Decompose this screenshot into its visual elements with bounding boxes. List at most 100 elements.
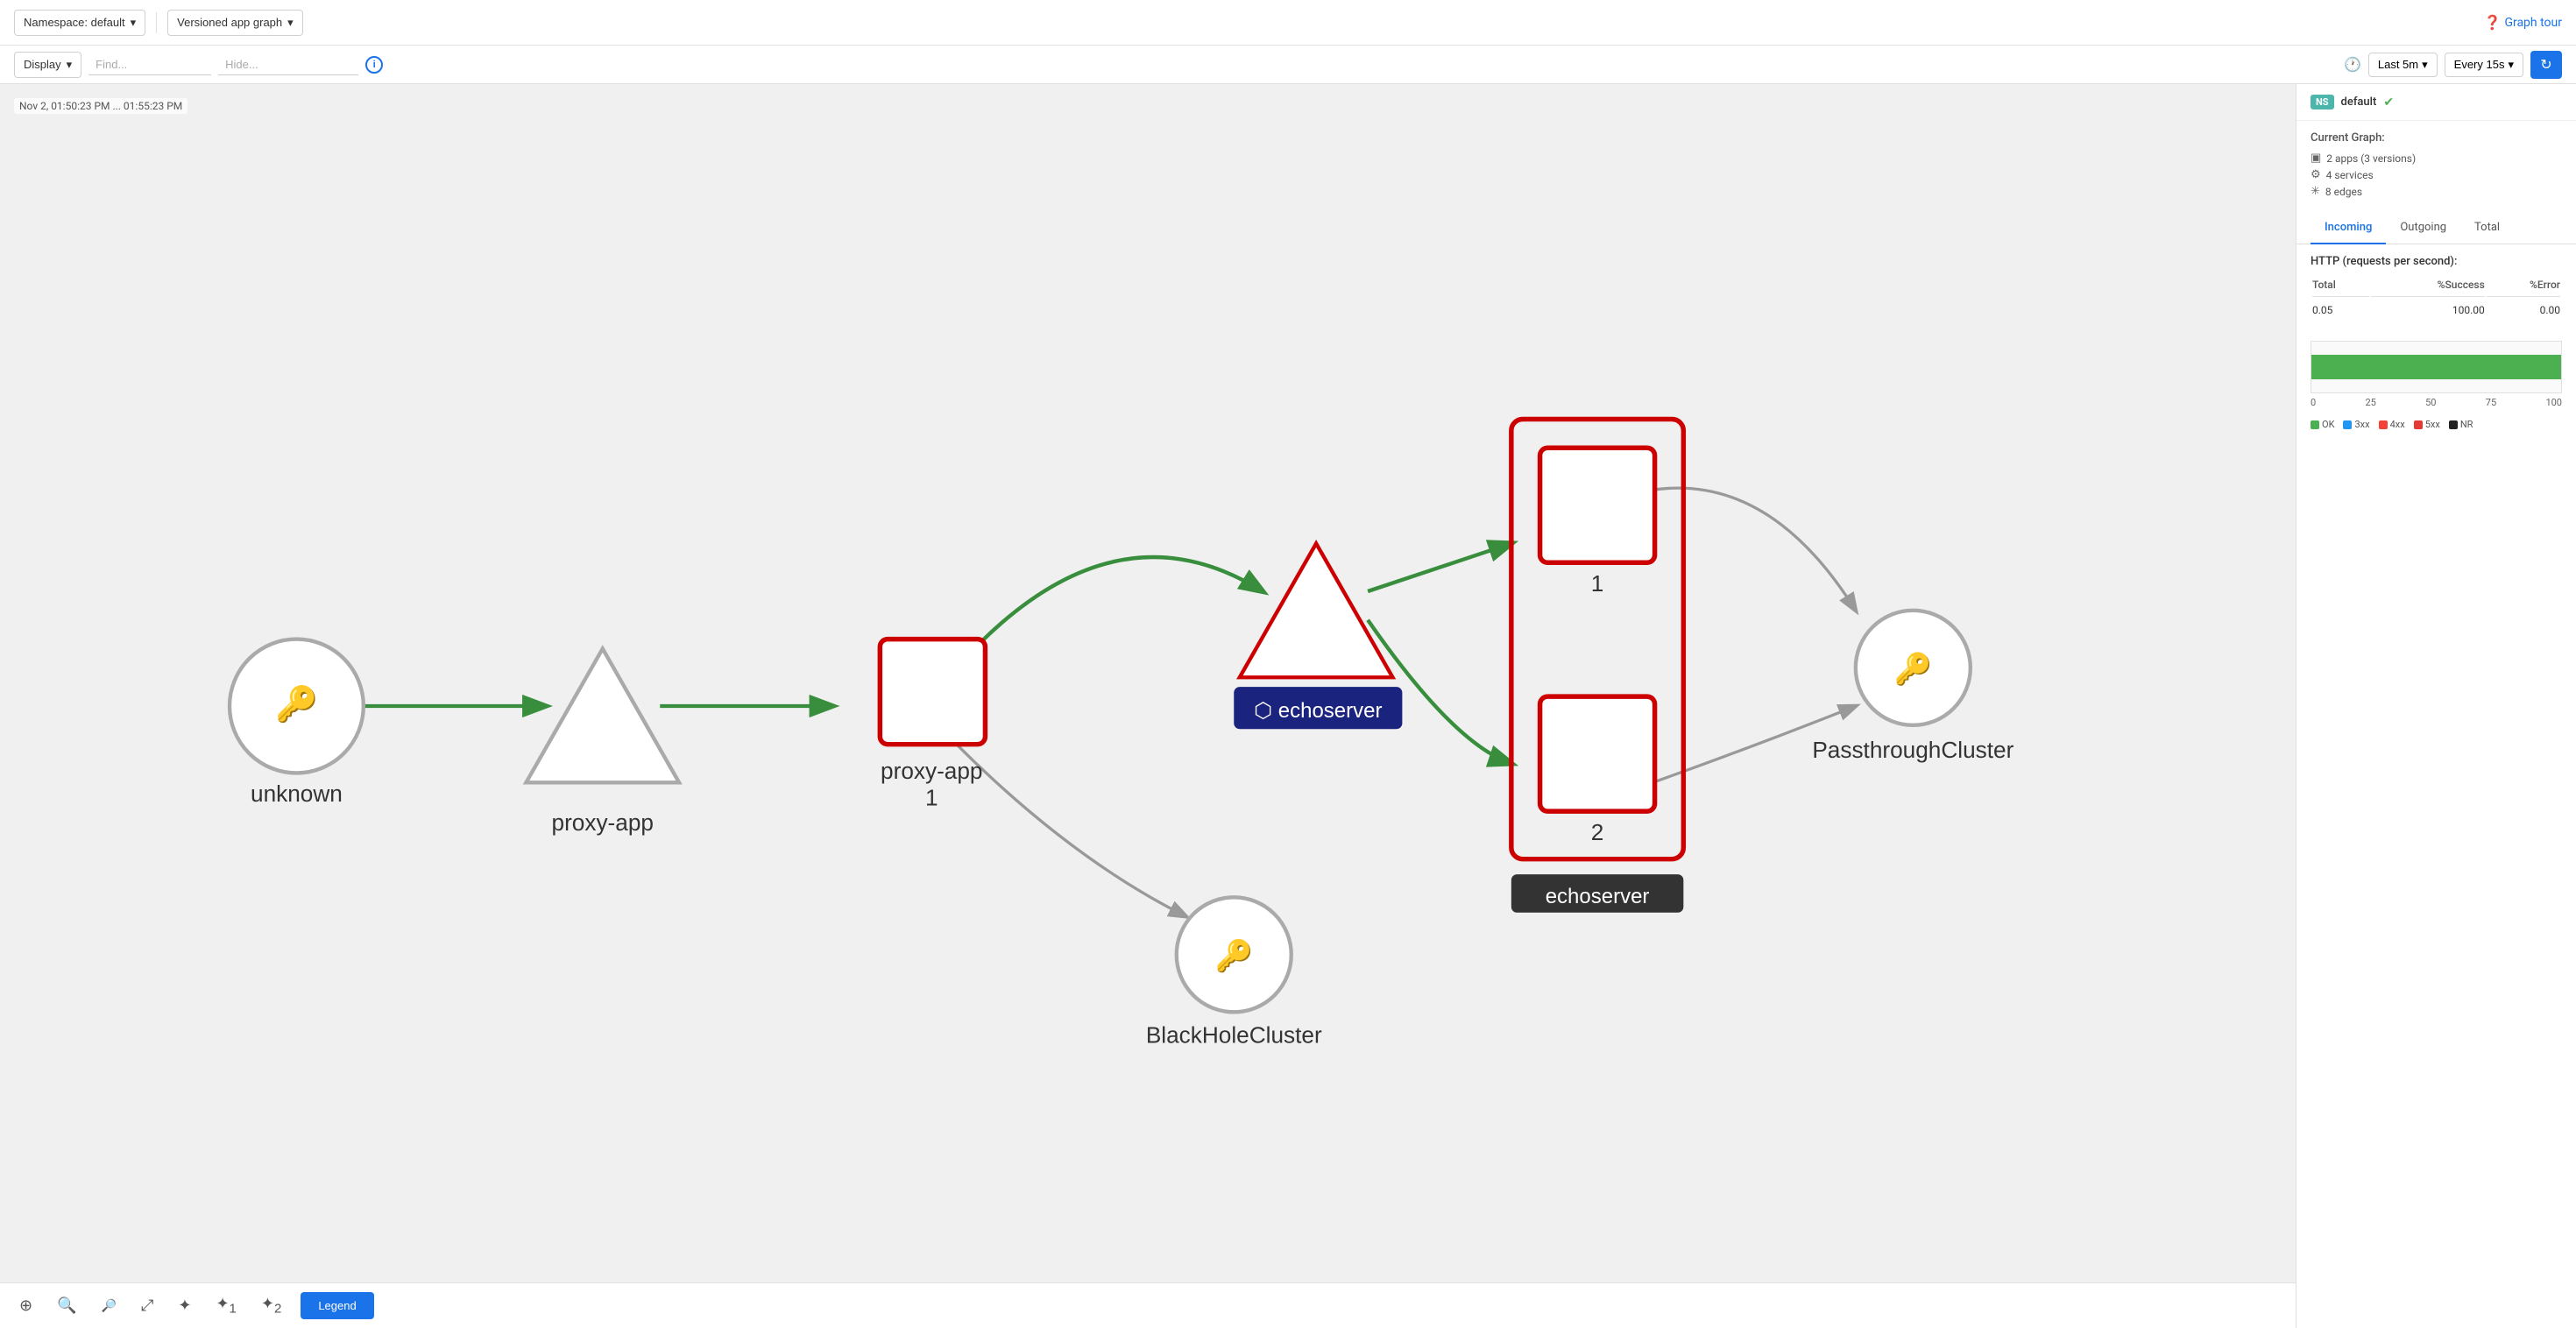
graph-type-dropdown[interactable]: Versioned app graph ▾ [167, 10, 303, 36]
top-toolbar: Namespace: default ▾ Versioned app graph… [0, 0, 2576, 46]
legend-label: Legend [318, 1299, 356, 1312]
ok-dot [2311, 420, 2319, 429]
display-label: Display [24, 58, 61, 71]
chart-x-axis: 0 25 50 75 100 [2311, 393, 2562, 412]
top-bar-left: Namespace: default ▾ Versioned app graph… [14, 10, 303, 36]
legend-ok: OK [2311, 419, 2334, 430]
node-proxy-app[interactable] [526, 649, 679, 783]
svg-text:🔑: 🔑 [1894, 650, 1932, 687]
hide-input[interactable] [218, 54, 358, 75]
node-blackhole-label: BlackHoleCluster [1146, 1021, 1322, 1048]
5xx-label: 5xx [2425, 419, 2440, 430]
toolbar-divider [156, 12, 157, 33]
graph-stats: ▣ 2 apps (3 versions) ⚙ 4 services ✳ 8 e… [2311, 152, 2562, 198]
graph-tour-link[interactable]: ❓ Graph tour [2484, 14, 2562, 31]
node-proxy-app-1[interactable] [880, 639, 985, 745]
refresh-interval-label: Every 15s [2454, 58, 2505, 71]
second-toolbar: Display ▾ i 🕐 Last 5m ▾ Every 15s ▾ ↻ [0, 46, 2576, 84]
4xx-label: 4xx [2390, 419, 2405, 430]
edge-proxy1-blackhole [957, 745, 1186, 917]
edges-icon: ✳ [2311, 185, 2320, 198]
right-panel: » Hide NS default ✔ Current Graph: ▣ 2 a… [2296, 84, 2576, 1328]
chart-green-bar [2311, 355, 2561, 379]
total-value: 0.05 [2312, 299, 2369, 321]
refresh-interval-dropdown[interactable]: Every 15s ▾ [2445, 53, 2523, 77]
legend-4xx: 4xx [2379, 419, 2405, 430]
apps-icon: ▣ [2311, 152, 2321, 165]
tab-total[interactable]: Total [2460, 212, 2514, 244]
current-graph-title: Current Graph: [2311, 131, 2562, 145]
edge-v1-passthrough [1626, 488, 1856, 611]
find-input[interactable] [88, 54, 211, 75]
node-proxy-app-1-sublabel: 1 [925, 785, 938, 811]
history-icon: 🕐 [2344, 56, 2361, 73]
5xx-dot [2414, 420, 2423, 429]
node-proxy-app-1-label: proxy-app [881, 758, 982, 784]
ok-label: OK [2322, 419, 2334, 430]
col-error-header: %Error [2487, 279, 2560, 297]
node-echoserver[interactable] [1240, 543, 1393, 677]
health-check-icon: ✔ [2383, 95, 2394, 109]
graph-canvas: 🔑 unknown proxy-app proxy-app 1 ⬡ echose… [0, 84, 2296, 1328]
chart-container: 0 25 50 75 100 [2296, 334, 2576, 415]
x-axis-50: 50 [2425, 397, 2436, 408]
tab-incoming-label: Incoming [2325, 221, 2372, 234]
col-success-header: %Success [2371, 279, 2485, 297]
node-echoserver-v1[interactable] [1540, 448, 1655, 562]
namespace-label: Namespace: default [24, 16, 125, 29]
x-axis-100: 100 [2545, 397, 2562, 408]
namespace-chevron-icon: ▾ [131, 16, 137, 30]
second-bar-left: Display ▾ i [14, 52, 383, 78]
zoom-in-button[interactable]: 🔎 [96, 1295, 122, 1317]
zoom-out-button[interactable]: 🔍 [52, 1293, 81, 1318]
x-axis-25: 25 [2365, 397, 2375, 408]
graph-area[interactable]: Nov 2, 01:50:23 PM ... 01:55:23 PM [0, 84, 2296, 1328]
fullscreen-button[interactable]: ⤢ [136, 1293, 159, 1318]
tab-outgoing[interactable]: Outgoing [2386, 212, 2460, 244]
layout-1-icon: ✦1 [216, 1295, 236, 1312]
legend-5xx: 5xx [2414, 419, 2440, 430]
fit-screen-button[interactable]: ⊕ [14, 1293, 38, 1318]
graph-layout-button[interactable]: ✦ [173, 1293, 196, 1318]
http-stats-row: 0.05 100.00 0.00 [2312, 299, 2560, 321]
help-circle-icon: ❓ [2484, 14, 2502, 31]
info-icon[interactable]: i [365, 56, 383, 74]
refresh-icon: ↻ [2540, 56, 2551, 74]
refresh-button[interactable]: ↻ [2530, 51, 2562, 79]
namespace-dropdown[interactable]: Namespace: default ▾ [14, 10, 145, 36]
panel-tabs: Incoming Outgoing Total [2296, 212, 2576, 244]
http-stats-table: Total %Success %Error 0.05 100.00 0.00 [2311, 277, 2562, 323]
legend-3xx: 3xx [2343, 419, 2369, 430]
panel-header: NS default ✔ [2296, 84, 2576, 121]
3xx-label: 3xx [2354, 419, 2369, 430]
services-count: 4 services [2326, 169, 2374, 181]
col-total-header: Total [2312, 279, 2369, 297]
node-passthrough-label: PassthroughCluster [1812, 737, 2013, 763]
time-range-dropdown[interactable]: Last 5m ▾ [2368, 53, 2438, 77]
main-content: Nov 2, 01:50:23 PM ... 01:55:23 PM [0, 84, 2576, 1328]
chart-bar-area [2311, 341, 2562, 393]
3xx-dot [2343, 420, 2352, 429]
timestamp-label: Nov 2, 01:50:23 PM ... 01:55:23 PM [14, 98, 188, 114]
edges-stat-row: ✳ 8 edges [2311, 185, 2562, 198]
node-echoserver-v2[interactable] [1540, 696, 1655, 811]
nr-label: NR [2460, 419, 2473, 430]
top-bar-right: ❓ Graph tour [2484, 14, 2562, 31]
legend-button[interactable]: Legend [301, 1292, 373, 1319]
graph-type-label: Versioned app graph [177, 16, 282, 29]
apps-stat-row: ▣ 2 apps (3 versions) [2311, 152, 2562, 165]
refresh-interval-chevron-icon: ▾ [2508, 58, 2514, 72]
tab-outgoing-label: Outgoing [2400, 221, 2446, 234]
http-section-title: HTTP (requests per second): [2311, 255, 2562, 268]
x-axis-0: 0 [2311, 397, 2316, 408]
graph-type-chevron-icon: ▾ [287, 16, 294, 30]
error-value: 0.00 [2487, 299, 2560, 321]
legend-nr: NR [2449, 419, 2473, 430]
namespace-name: default [2341, 95, 2377, 109]
graph-layout-2-button[interactable]: ✦2 [256, 1291, 287, 1320]
layout-2-icon: ✦2 [261, 1295, 281, 1312]
display-dropdown[interactable]: Display ▾ [14, 52, 81, 78]
edge-proxy1-echoserver [957, 557, 1263, 668]
tab-incoming[interactable]: Incoming [2311, 212, 2386, 244]
graph-layout-1-button[interactable]: ✦1 [210, 1291, 241, 1320]
